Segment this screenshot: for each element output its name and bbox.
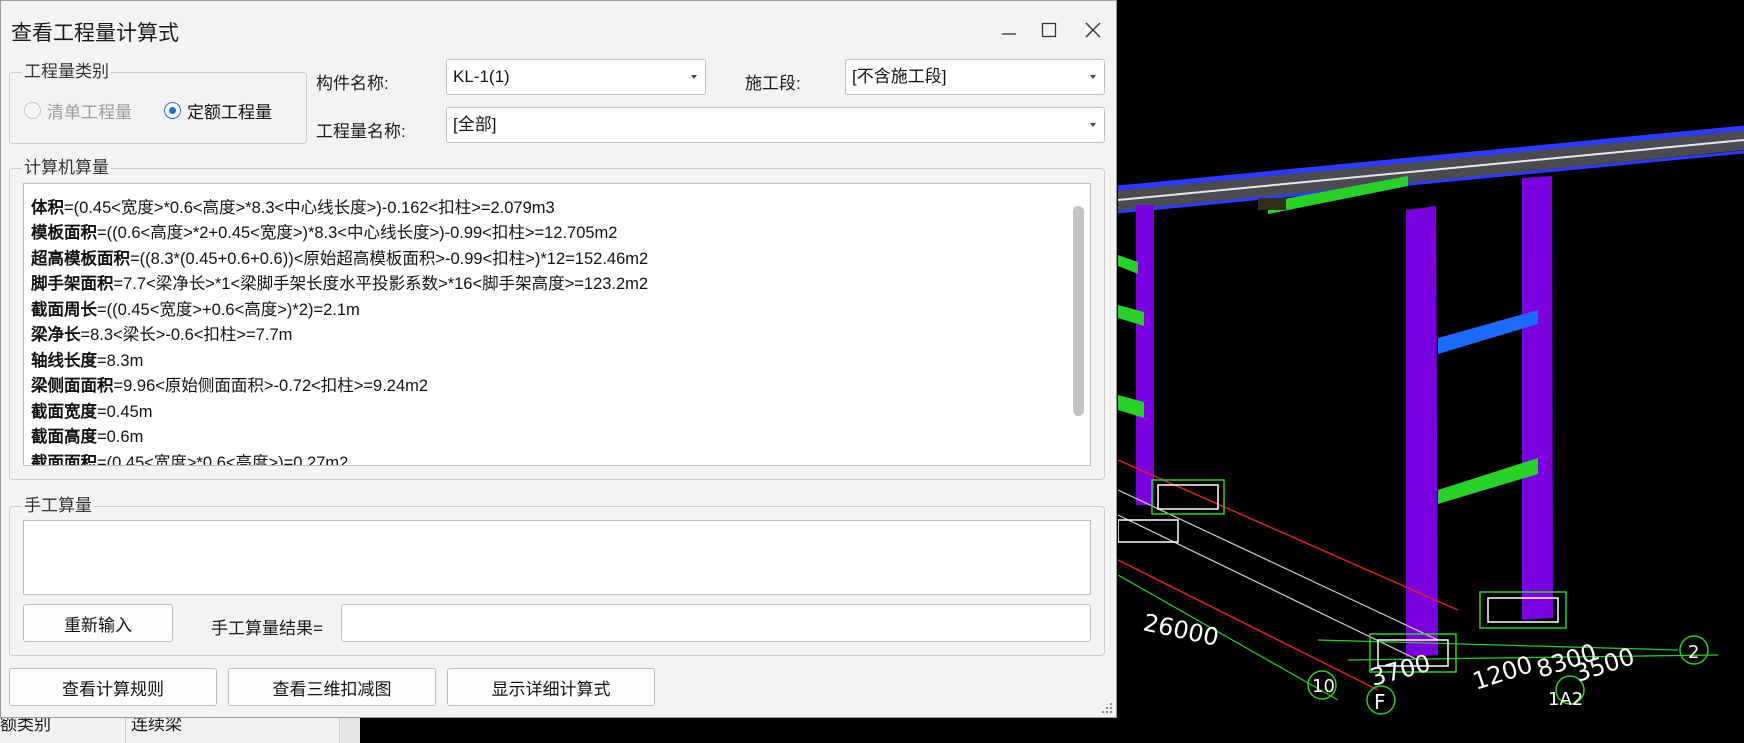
cad-axis-f: F [1374, 690, 1386, 714]
calc-line: 梁净长=8.3<梁长>-0.6<扣柱>=7.7m [31, 326, 293, 344]
manual-result-field[interactable] [341, 604, 1091, 642]
maximize-button[interactable] [1029, 11, 1069, 49]
maximize-icon [1041, 22, 1057, 38]
manual-calc-input[interactable] [23, 520, 1091, 595]
quantity-type-label: 工程量类别 [22, 62, 111, 82]
close-icon [1085, 22, 1101, 38]
view-quantity-formula-dialog: 查看工程量计算式 工程量类别 清单工程量 定额工程量 构件名称: KL-1(1)… [0, 0, 1117, 718]
radio-quota-quantity[interactable]: 定额工程量 [164, 98, 272, 123]
cad-3d-viewport[interactable]: 26000 3700 1200 8300 3500 10 F 1A2 2 [1118, 0, 1744, 743]
calc-line: 截面周长=((0.45<宽度>+0.6<高度>)*2)=2.1m [31, 301, 360, 319]
computer-calc-label: 计算机算量 [22, 158, 111, 178]
cad-axis-10: 10 [1312, 676, 1335, 697]
cad-dim-1200: 1200 [1469, 650, 1536, 696]
calc-line: 脚手架面积=7.7<梁净长>*1<梁脚手架长度水平投影系数>*16<脚手架高度>… [31, 275, 649, 293]
calc-formula-list[interactable]: 体积=(0.45<宽度>*0.6<高度>*8.3<中心线长度>)-0.162<扣… [23, 183, 1091, 466]
quantity-type-group: 工程量类别 清单工程量 定额工程量 [9, 62, 307, 144]
minimize-button[interactable] [989, 11, 1029, 49]
reenter-button[interactable]: 重新输入 [23, 604, 173, 642]
calc-line: 轴线长度=8.3m [31, 352, 144, 370]
view-calc-rules-button[interactable]: 查看计算规则 [9, 668, 217, 706]
close-button[interactable] [1073, 11, 1113, 49]
radio-bill-quantity: 清单工程量 [24, 98, 132, 123]
calc-line: 梁侧面面积=9.96<原始侧面面积>-0.72<扣柱>=9.24m2 [31, 377, 429, 395]
stage-select[interactable]: [不含施工段] [845, 59, 1105, 95]
stage-label: 施工段: [745, 74, 801, 93]
chevron-down-icon [1090, 75, 1096, 79]
view-3d-deduction-button[interactable]: 查看三维扣减图 [228, 668, 436, 706]
radio-dot-icon [24, 102, 41, 119]
calc-line: 截面高度=0.6m [31, 428, 144, 446]
show-detailed-formula-button[interactable]: 显示详细计算式 [447, 668, 655, 706]
chevron-down-icon [1090, 123, 1096, 127]
cad-axis-2: 2 [1688, 642, 1699, 663]
cad-dim-26000: 26000 [1141, 608, 1222, 651]
calc-line: 模板面积=((0.6<高度>*2+0.45<宽度>)*8.3<中心线长度>)-0… [31, 224, 618, 242]
manual-result-label: 手工算量结果= [211, 619, 323, 638]
minimize-icon [1002, 33, 1016, 35]
dialog-title: 查看工程量计算式 [11, 22, 179, 45]
calc-line: 截面宽度=0.45m [31, 403, 153, 421]
resize-grip-icon[interactable] [1101, 702, 1113, 714]
cad-dim-3700: 3700 [1367, 649, 1433, 692]
radio-dot-icon [164, 102, 181, 119]
quantity-name-label: 工程量名称: [316, 122, 406, 141]
quantity-name-select[interactable]: [全部] [446, 107, 1105, 143]
component-name-select[interactable]: KL-1(1) [446, 59, 706, 95]
calc-line: 体积=(0.45<宽度>*0.6<高度>*8.3<中心线长度>)-0.162<扣… [31, 199, 555, 217]
calc-line: 截面面积=(0.45<宽度>*0.6<高度>)=0.27m2 [31, 454, 349, 466]
chevron-down-icon [691, 75, 697, 79]
manual-calc-label: 手工算量 [22, 496, 94, 516]
calc-line: 超高模板面积=((8.3*(0.45+0.6+0.6))<原始超高模板面积>-0… [31, 250, 649, 268]
calc-scrollbar[interactable] [1073, 206, 1084, 416]
cad-axis-1a2: 1A2 [1548, 689, 1583, 710]
component-name-label: 构件名称: [316, 74, 389, 93]
